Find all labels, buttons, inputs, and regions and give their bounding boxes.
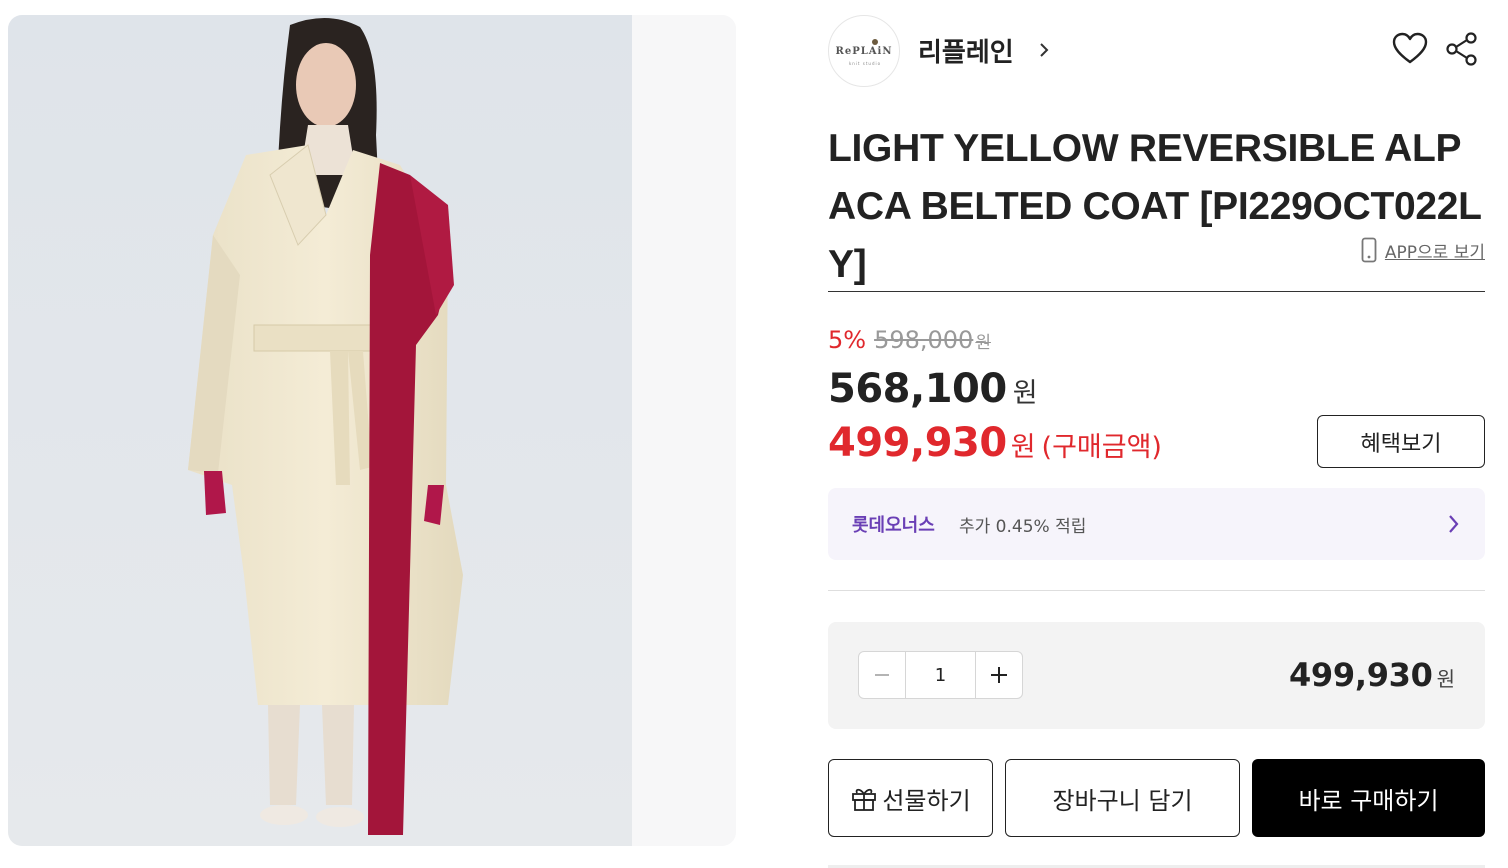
add-to-cart-button[interactable]: 장바구니 담기 bbox=[1005, 759, 1240, 837]
divider bbox=[828, 291, 1485, 292]
gift-icon bbox=[852, 788, 877, 811]
original-price-unit: 원 bbox=[975, 333, 991, 353]
quantity-panel: 1 499,930 원 bbox=[828, 622, 1485, 729]
minus-icon bbox=[875, 674, 889, 676]
view-benefits-button[interactable]: 혜택보기 bbox=[1317, 415, 1485, 468]
brand-name-link[interactable]: 리플레인 bbox=[918, 32, 1014, 69]
discount-rate: 5% bbox=[828, 326, 867, 354]
brand-logo-dot bbox=[872, 39, 878, 45]
chevron-right-icon bbox=[1447, 513, 1459, 539]
points-banner[interactable]: 롯데오너스 추가 0.45% 적립 bbox=[828, 488, 1485, 560]
gift-label: 선물하기 bbox=[882, 786, 971, 815]
gift-button[interactable]: 선물하기 bbox=[828, 759, 993, 837]
brand-logo[interactable]: RePLAiN knit studio bbox=[828, 15, 900, 87]
purchase-price-unit: 원 bbox=[1010, 432, 1036, 463]
quantity-total: 499,930 원 bbox=[1289, 656, 1455, 694]
share-icon[interactable] bbox=[1445, 31, 1479, 67]
quantity-stepper: 1 bbox=[858, 651, 1023, 699]
sale-price-line: 568,100 원 bbox=[828, 366, 1038, 412]
points-text: 추가 0.45% 적립 bbox=[959, 517, 1087, 537]
plus-icon bbox=[991, 667, 1007, 683]
quantity-total-unit: 원 bbox=[1436, 667, 1455, 691]
increase-quantity-button[interactable] bbox=[976, 652, 1022, 698]
purchase-price: 499,930 bbox=[828, 420, 1007, 466]
discount-line: 5% 598,000 원 bbox=[828, 326, 991, 354]
sale-price: 568,100 bbox=[828, 366, 1007, 412]
points-brand: 롯데오너스 bbox=[852, 515, 935, 536]
product-title: LIGHT YELLOW REVERSIBLE ALPACA BELTED CO… bbox=[828, 127, 1482, 286]
product-info-panel: RePLAiN knit studio 리플레인 LIGHT YELLOW RE… bbox=[828, 0, 1485, 868]
app-view-link[interactable]: APP으로 보기 bbox=[1361, 237, 1485, 263]
original-price: 598,000 bbox=[874, 326, 974, 354]
brand-logo-text: RePLAiN bbox=[835, 45, 893, 57]
chevron-right-icon[interactable] bbox=[1038, 41, 1050, 63]
divider bbox=[828, 590, 1485, 591]
brand-logo-sub: knit studio bbox=[848, 61, 882, 66]
brand-row: RePLAiN knit studio 리플레인 bbox=[828, 15, 1485, 87]
sale-price-unit: 원 bbox=[1012, 378, 1038, 409]
purchase-price-note: (구매금액) bbox=[1041, 432, 1162, 463]
wishlist-heart-icon[interactable] bbox=[1391, 30, 1429, 68]
quantity-total-value: 499,930 bbox=[1288, 656, 1433, 694]
product-photo bbox=[8, 15, 736, 846]
app-view-label: APP으로 보기 bbox=[1384, 242, 1485, 263]
buy-now-button[interactable]: 바로 구매하기 bbox=[1252, 759, 1485, 837]
action-buttons: 선물하기 장바구니 담기 바로 구매하기 bbox=[828, 759, 1485, 837]
phone-icon bbox=[1361, 237, 1377, 263]
decrease-quantity-button[interactable] bbox=[859, 652, 905, 698]
purchase-price-line: 499,930 원 (구매금액) bbox=[828, 420, 1162, 466]
quantity-value[interactable]: 1 bbox=[905, 652, 976, 698]
product-image[interactable] bbox=[8, 15, 736, 846]
